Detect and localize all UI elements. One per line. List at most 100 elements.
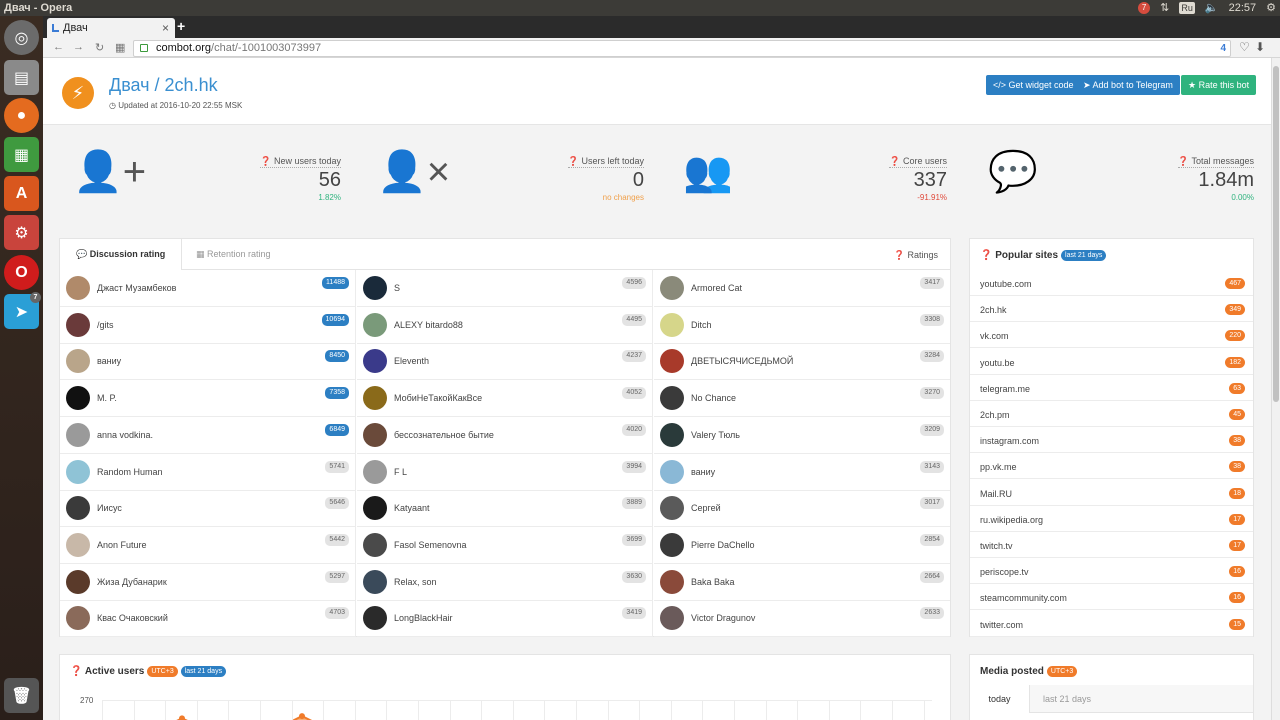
- user-name[interactable]: Квас Очаковский: [97, 613, 168, 623]
- user-name[interactable]: Victor Dragunov: [691, 613, 755, 623]
- user-rating-row[interactable]: Сергей 3017: [654, 490, 950, 528]
- site-name[interactable]: vk.com: [980, 331, 1009, 341]
- user-rating-row[interactable]: Valery Тюль 3209: [654, 417, 950, 454]
- reload-icon[interactable]: ↻: [95, 41, 104, 54]
- speed-dial-icon[interactable]: ▦: [115, 41, 125, 54]
- tab-discussion-rating[interactable]: 💬 Discussion rating: [60, 239, 183, 270]
- user-name[interactable]: M. P.: [97, 393, 117, 403]
- user-name[interactable]: Жиза Дубанарик: [97, 577, 167, 587]
- user-name[interactable]: ALEXY bitardo88: [394, 320, 463, 330]
- popular-site-row[interactable]: youtube.com 467: [970, 270, 1253, 296]
- popular-site-row[interactable]: ru.wikipedia.org 17: [970, 506, 1253, 532]
- user-name[interactable]: Armored Cat: [691, 283, 742, 293]
- user-rating-row[interactable]: Eleventh 4237: [357, 343, 653, 381]
- rate-bot-button[interactable]: ★ Rate this bot: [1181, 75, 1257, 95]
- user-rating-row[interactable]: Ditch 3308: [654, 307, 950, 344]
- popular-site-row[interactable]: twitch.tv 17: [970, 532, 1253, 558]
- site-name[interactable]: telegram.me: [980, 384, 1030, 394]
- scrollbar-thumb[interactable]: [1273, 66, 1279, 402]
- user-name[interactable]: LongBlackHair: [394, 613, 453, 623]
- user-rating-row[interactable]: Жиза Дубанарик 5297: [60, 563, 356, 601]
- user-rating-row[interactable]: Relax, son 3630: [357, 563, 653, 601]
- user-rating-row[interactable]: ALEXY bitardo88 4495: [357, 306, 653, 344]
- user-name[interactable]: Fasol Semenovna: [394, 540, 467, 550]
- forward-icon[interactable]: →: [73, 41, 84, 53]
- user-name[interactable]: ваниу: [691, 467, 715, 477]
- gear-icon[interactable]: ⚙: [1266, 0, 1276, 16]
- stat-label[interactable]: ❓ Users left today: [567, 156, 644, 168]
- user-name[interactable]: Katyaant: [394, 503, 430, 513]
- user-rating-row[interactable]: Fasol Semenovna 3699: [357, 526, 653, 564]
- opera-icon[interactable]: O: [4, 255, 39, 290]
- shield-count[interactable]: 4: [1220, 41, 1226, 56]
- user-name[interactable]: МобиНеТакойКакВсе: [394, 393, 482, 403]
- popular-site-row[interactable]: instagram.com 38: [970, 427, 1253, 454]
- trash-icon[interactable]: 🗑: [4, 678, 39, 713]
- popular-site-row[interactable]: pp.vk.me 38: [970, 453, 1253, 480]
- site-name[interactable]: periscope.tv: [980, 567, 1029, 577]
- data-point[interactable]: [179, 715, 185, 720]
- user-name[interactable]: F L: [394, 467, 407, 477]
- stat-label[interactable]: ❓ Core users: [889, 156, 947, 168]
- popular-site-row[interactable]: youtu.be 182: [970, 349, 1253, 375]
- tab-retention-rating[interactable]: ▦ Retention rating: [180, 239, 287, 270]
- popular-site-row[interactable]: 2ch.pm 45: [970, 401, 1253, 427]
- download-icon[interactable]: ⬇: [1255, 40, 1265, 54]
- user-rating-row[interactable]: Anon Future 5442: [60, 526, 356, 564]
- tab-last-21-days[interactable]: last 21 days: [1043, 685, 1091, 713]
- user-name[interactable]: Иисус: [97, 503, 122, 513]
- get-widget-button[interactable]: </> Get widget code: [986, 75, 1081, 95]
- user-rating-row[interactable]: ДВЕТЫСЯЧИСЕДЬМОЙ 3284: [654, 343, 950, 381]
- popular-site-row[interactable]: 2ch.hk 349: [970, 296, 1253, 323]
- user-rating-row[interactable]: Armored Cat 3417: [654, 270, 950, 307]
- user-rating-row[interactable]: Иисус 5646: [60, 490, 356, 528]
- user-rating-row[interactable]: S 4596: [357, 270, 653, 307]
- popular-site-row[interactable]: periscope.tv 16: [970, 558, 1253, 585]
- user-name[interactable]: Сергей: [691, 503, 721, 513]
- user-name[interactable]: /gits: [97, 320, 114, 330]
- popular-site-row[interactable]: Mail.RU 18: [970, 480, 1253, 506]
- site-name[interactable]: Mail.RU: [980, 489, 1012, 499]
- user-rating-row[interactable]: Victor Dragunov 2633: [654, 600, 950, 638]
- user-rating-row[interactable]: /gits 10694: [60, 306, 356, 344]
- site-name[interactable]: instagram.com: [980, 436, 1039, 446]
- user-name[interactable]: ДВЕТЫСЯЧИСЕДЬМОЙ: [691, 356, 793, 366]
- spreadsheet-icon[interactable]: ▦: [4, 137, 39, 172]
- user-rating-row[interactable]: МобиНеТакойКакВсе 4052: [357, 380, 653, 418]
- user-rating-row[interactable]: Квас Очаковский 4703: [60, 600, 356, 638]
- popular-site-row[interactable]: telegram.me 63: [970, 375, 1253, 401]
- software-center-icon[interactable]: A: [4, 176, 39, 211]
- user-rating-row[interactable]: Джаст Музамбеков 11488: [60, 270, 356, 307]
- user-name[interactable]: Random Human: [97, 467, 163, 477]
- clock[interactable]: 22:57: [1229, 0, 1257, 16]
- settings-icon[interactable]: ⚙: [4, 215, 39, 250]
- user-name[interactable]: S: [394, 283, 400, 293]
- user-rating-row[interactable]: F L 3994: [357, 453, 653, 491]
- site-name[interactable]: 2ch.pm: [980, 410, 1010, 420]
- page-title[interactable]: Двач / 2ch.hk: [109, 75, 218, 96]
- user-name[interactable]: Relax, son: [394, 577, 437, 587]
- network-icon[interactable]: ⇅: [1160, 0, 1169, 16]
- user-name[interactable]: Valery Тюль: [691, 430, 740, 440]
- user-name[interactable]: anna vodkina.: [97, 430, 153, 440]
- user-rating-row[interactable]: Baka Baka 2664: [654, 564, 950, 601]
- keyboard-layout-indicator[interactable]: Ru: [1179, 2, 1195, 14]
- site-name[interactable]: twitter.com: [980, 620, 1023, 630]
- user-name[interactable]: Anon Future: [97, 540, 147, 550]
- user-name[interactable]: Ditch: [691, 320, 712, 330]
- ubuntu-dash-icon[interactable]: ◎: [4, 20, 39, 55]
- popular-site-row[interactable]: steamcommunity.com 16: [970, 584, 1253, 611]
- data-point[interactable]: [299, 713, 305, 720]
- close-tab-icon[interactable]: ×: [162, 21, 169, 35]
- user-name[interactable]: Baka Baka: [691, 577, 735, 587]
- site-name[interactable]: 2ch.hk: [980, 305, 1007, 315]
- user-rating-row[interactable]: Pierre DaChello 2854: [654, 527, 950, 564]
- site-name[interactable]: ru.wikipedia.org: [980, 515, 1043, 525]
- user-rating-row[interactable]: бессознательное бытие 4020: [357, 416, 653, 454]
- user-name[interactable]: Pierre DaChello: [691, 540, 755, 550]
- user-rating-row[interactable]: anna vodkina. 6849: [60, 416, 356, 454]
- site-name[interactable]: steamcommunity.com: [980, 593, 1067, 603]
- user-rating-row[interactable]: Random Human 5741: [60, 453, 356, 491]
- user-rating-row[interactable]: LongBlackHair 3419: [357, 600, 653, 638]
- back-icon[interactable]: ←: [53, 41, 64, 53]
